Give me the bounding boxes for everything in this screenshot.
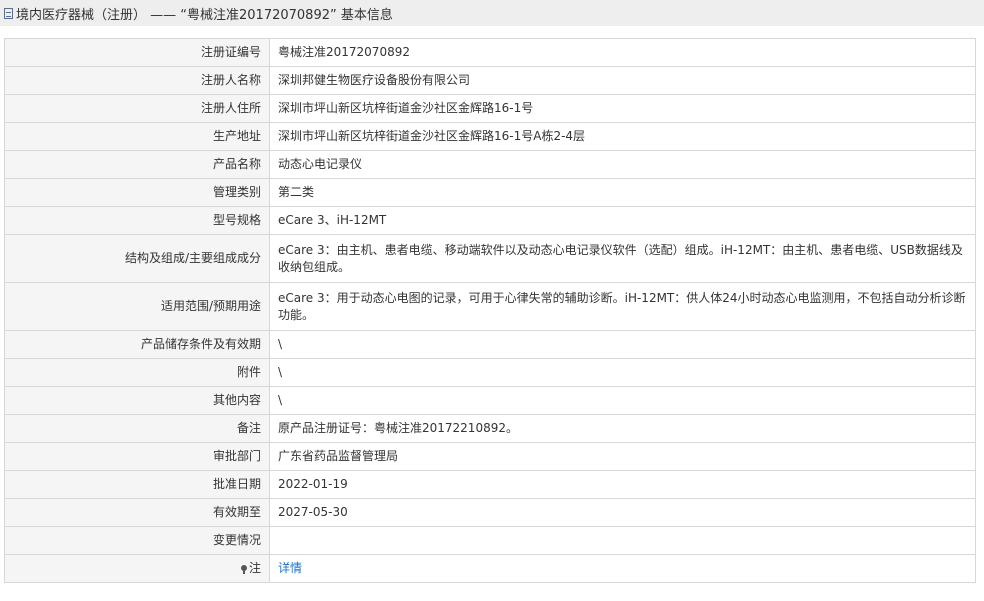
table-row: 备注 原产品注册证号：粤械注准20172210892。	[4, 414, 976, 443]
row-value: 2022-01-19	[269, 470, 976, 499]
table-row: 注册证编号 粤械注准20172070892	[4, 38, 976, 67]
row-label: 注册人名称	[4, 66, 270, 95]
table-row: 注册人住所 深圳市坪山新区坑梓街道金沙社区金辉路16-1号	[4, 94, 976, 123]
note-label: 注	[248, 561, 261, 575]
table-row: 产品名称 动态心电记录仪	[4, 150, 976, 179]
row-label: 附件	[4, 358, 270, 387]
row-label: 型号规格	[4, 206, 270, 235]
row-label: 批准日期	[4, 470, 270, 499]
row-value: \	[269, 386, 976, 415]
row-value: 第二类	[269, 178, 976, 207]
note-row: 注 详情	[4, 554, 976, 583]
row-label: 变更情况	[4, 526, 270, 555]
table-row: 产品储存条件及有效期 \	[4, 330, 976, 359]
info-table: 注册证编号 粤械注准20172070892 注册人名称 深圳邦健生物医疗设备股份…	[4, 38, 976, 583]
note-value-cell: 详情	[269, 554, 976, 583]
row-value: 粤械注准20172070892	[269, 38, 976, 67]
row-label: 结构及组成/主要组成成分	[4, 234, 270, 283]
page-header: 境内医疗器械（注册） —— “粤械注准20172070892” 基本信息	[0, 0, 984, 26]
note-label-cell: 注	[4, 554, 270, 583]
row-value: \	[269, 330, 976, 359]
lightbulb-icon	[240, 565, 247, 574]
row-label: 生产地址	[4, 122, 270, 151]
row-value: \	[269, 358, 976, 387]
table-row: 审批部门 广东省药品监督管理局	[4, 442, 976, 471]
row-value: eCare 3：由主机、患者电缆、移动端软件以及动态心电记录仪软件（选配）组成。…	[269, 234, 976, 283]
row-label: 其他内容	[4, 386, 270, 415]
table-row: 生产地址 深圳市坪山新区坑梓街道金沙社区金辉路16-1号A栋2-4层	[4, 122, 976, 151]
row-label: 备注	[4, 414, 270, 443]
row-label: 审批部门	[4, 442, 270, 471]
table-row: 型号规格 eCare 3、iH-12MT	[4, 206, 976, 235]
row-label: 管理类别	[4, 178, 270, 207]
document-icon	[4, 7, 13, 19]
row-value: 原产品注册证号：粤械注准20172210892。	[269, 414, 976, 443]
row-label: 注册人住所	[4, 94, 270, 123]
table-row: 有效期至 2027-05-30	[4, 498, 976, 527]
table-row: 适用范围/预期用途 eCare 3：用于动态心电图的记录，可用于心律失常的辅助诊…	[4, 282, 976, 331]
row-label: 产品名称	[4, 150, 270, 179]
row-value: 深圳市坪山新区坑梓街道金沙社区金辉路16-1号A栋2-4层	[269, 122, 976, 151]
table-row: 附件 \	[4, 358, 976, 387]
row-label: 注册证编号	[4, 38, 270, 67]
row-value: 深圳市坪山新区坑梓街道金沙社区金辉路16-1号	[269, 94, 976, 123]
row-value: 2027-05-30	[269, 498, 976, 527]
row-value: 深圳邦健生物医疗设备股份有限公司	[269, 66, 976, 95]
details-link[interactable]: 详情	[278, 561, 302, 575]
table-row: 批准日期 2022-01-19	[4, 470, 976, 499]
row-label: 适用范围/预期用途	[4, 282, 270, 331]
row-label: 产品储存条件及有效期	[4, 330, 270, 359]
row-value: 动态心电记录仪	[269, 150, 976, 179]
table-row: 管理类别 第二类	[4, 178, 976, 207]
row-label: 有效期至	[4, 498, 270, 527]
row-value: eCare 3、iH-12MT	[269, 206, 976, 235]
row-value	[269, 526, 976, 555]
table-row: 结构及组成/主要组成成分 eCare 3：由主机、患者电缆、移动端软件以及动态心…	[4, 234, 976, 283]
page-title: 境内医疗器械（注册） —— “粤械注准20172070892” 基本信息	[16, 7, 393, 23]
row-value: eCare 3：用于动态心电图的记录，可用于心律失常的辅助诊断。iH-12MT：…	[269, 282, 976, 331]
row-value: 广东省药品监督管理局	[269, 442, 976, 471]
table-row: 其他内容 \	[4, 386, 976, 415]
table-row: 变更情况	[4, 526, 976, 555]
table-row: 注册人名称 深圳邦健生物医疗设备股份有限公司	[4, 66, 976, 95]
